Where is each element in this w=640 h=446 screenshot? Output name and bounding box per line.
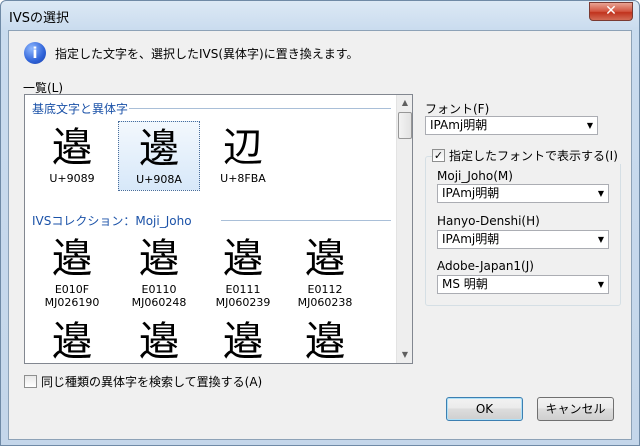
mj-code: MJ060239	[215, 296, 271, 309]
adobe-japan1-value: MS 明朝	[442, 277, 488, 291]
hanyo-denshi-value: IPAmj明朝	[442, 232, 500, 246]
chevron-down-icon: ▼	[597, 280, 604, 289]
ivs-list[interactable]: 基底文字と異体字 邉 U+9089 邊 U+908A 辺 U+8FBA IVSコ…	[24, 94, 413, 364]
glyph: 邉	[305, 319, 345, 363]
section-title-ivs: IVSコレクション：Moji_Joho	[32, 214, 192, 228]
dialog-client-area: i 指定した文字を、選択したIVS(異体字)に置き換えます。 一覧(L) 基底文…	[8, 30, 632, 440]
ivs-selector: E010F	[54, 283, 90, 296]
glyph: 邉	[52, 319, 92, 363]
window-title: IVSの選択	[9, 11, 69, 26]
glyph: 邉	[139, 319, 179, 363]
moji-joho-select[interactable]: IPAmj明朝 ▼	[437, 184, 609, 203]
glyph-cell[interactable]: 邉 E0110 MJ060248	[118, 232, 200, 312]
scroll-thumb[interactable]	[398, 112, 412, 139]
mj-code: MJ060248	[131, 296, 187, 309]
font-label: フォント(F)	[425, 102, 490, 116]
display-with-font-checkbox[interactable]: ✓	[432, 149, 445, 162]
glyph-code: U+908A	[136, 173, 182, 186]
glyph-cell[interactable]: 邉 U+9089	[31, 121, 113, 191]
glyph-cell[interactable]: 邉 E010F MJ026190	[31, 232, 113, 312]
scroll-down-icon[interactable]: ▼	[397, 347, 413, 363]
glyph-cell[interactable]: 邉 E0112 MJ060238	[284, 232, 366, 312]
chevron-down-icon: ▼	[597, 189, 604, 198]
mj-code: MJ026190	[44, 296, 100, 309]
section-divider	[129, 108, 391, 109]
section-divider	[221, 220, 391, 221]
moji-joho-value: IPAmj明朝	[442, 186, 500, 200]
glyph: 邉	[223, 319, 263, 363]
section-title-base: 基底文字と異体字	[32, 102, 129, 116]
hanyo-denshi-label: Hanyo-Denshi(H)	[437, 214, 540, 228]
display-with-font-option[interactable]: ✓ 指定したフォントで表示する(I)	[432, 147, 621, 164]
chevron-down-icon: ▼	[597, 235, 604, 244]
font-select[interactable]: IPAmj明朝 ▼	[425, 116, 598, 135]
display-with-font-label: 指定したフォントで表示する(I)	[449, 149, 618, 163]
ivs-selector: E0112	[307, 283, 343, 296]
glyph-cell[interactable]: 邉 E0111 MJ060239	[202, 232, 284, 312]
glyph: 邊	[139, 126, 179, 172]
moji-joho-label: Moji_Joho(M)	[437, 169, 513, 183]
cancel-button[interactable]: キャンセル	[537, 397, 614, 421]
adobe-japan1-select[interactable]: MS 明朝 ▼	[437, 275, 609, 294]
glyph: 邉	[52, 236, 92, 282]
list-scrollbar[interactable]: ▲ ▼	[396, 95, 412, 363]
glyph-cell[interactable]: 邉	[31, 315, 113, 363]
glyph-cell[interactable]: 邉	[284, 315, 366, 363]
glyph: 邉	[305, 236, 345, 282]
glyph: 邉	[139, 236, 179, 282]
chevron-down-icon: ▼	[586, 121, 593, 130]
glyph: 辺	[223, 125, 263, 171]
glyph-cell-selected[interactable]: 邊 U+908A	[118, 121, 200, 191]
search-replace-checkbox[interactable]	[24, 375, 37, 388]
mj-code: MJ060238	[297, 296, 353, 309]
glyph: 邉	[223, 236, 263, 282]
ivs-dialog-window: IVSの選択 ✕ i 指定した文字を、選択したIVS(異体字)に置き換えます。 …	[0, 0, 640, 446]
adobe-japan1-label: Adobe-Japan1(J)	[437, 259, 534, 273]
glyph-cell[interactable]: 辺 U+8FBA	[202, 121, 284, 191]
glyph-cell[interactable]: 邉	[202, 315, 284, 363]
glyph-code: U+8FBA	[220, 172, 266, 185]
glyph: 邉	[52, 125, 92, 171]
glyph-cell[interactable]: 邉	[118, 315, 200, 363]
hanyo-denshi-select[interactable]: IPAmj明朝 ▼	[437, 230, 609, 249]
close-button[interactable]: ✕	[589, 2, 633, 21]
ok-button[interactable]: OK	[446, 397, 523, 421]
ivs-selector: E0111	[225, 283, 261, 296]
ivs-list-content: 基底文字と異体字 邉 U+9089 邊 U+908A 辺 U+8FBA IVSコ…	[25, 95, 397, 363]
title-bar[interactable]: IVSの選択 ✕	[1, 1, 639, 29]
search-replace-label: 同じ種類の異体字を検索して置換する(A)	[41, 375, 263, 389]
ivs-selector: E0110	[141, 283, 177, 296]
info-icon: i	[24, 42, 46, 64]
glyph-code: U+9089	[49, 172, 95, 185]
instruction-message: 指定した文字を、選択したIVS(異体字)に置き換えます。	[55, 47, 359, 61]
font-select-value: IPAmj明朝	[430, 118, 488, 132]
scroll-up-icon[interactable]: ▲	[397, 95, 413, 111]
search-replace-option[interactable]: 同じ種類の異体字を検索して置換する(A)	[24, 373, 262, 390]
